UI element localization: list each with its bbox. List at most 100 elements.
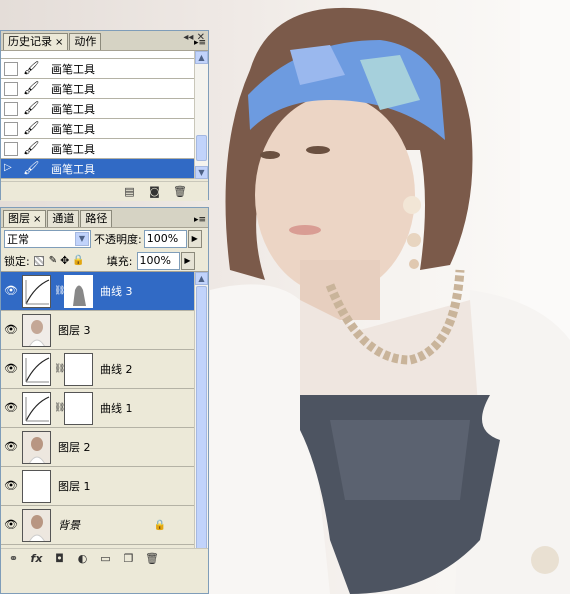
snapshot-source-checkbox[interactable] <box>4 121 18 136</box>
layer-name[interactable]: 曲线 1 <box>100 400 133 416</box>
eye-icon[interactable]: 👁 <box>3 322 19 338</box>
close-icon[interactable]: × <box>33 214 41 225</box>
layers-list: 👁 ⛓ 曲线 3 👁 图层 3 👁 ⛓ 曲线 2 👁 ⛓ 曲线 1 👁 图层 2… <box>1 272 208 564</box>
layer-row[interactable]: 👁 图层 2 <box>1 428 194 467</box>
lock-all-icon[interactable]: 🔒 <box>72 255 84 266</box>
history-item[interactable]: 🖌 画笔工具 <box>1 99 194 119</box>
snapshot-source-checkbox[interactable] <box>4 81 18 96</box>
scroll-thumb[interactable] <box>196 286 207 550</box>
curves-thumbnail[interactable] <box>22 352 51 386</box>
curves-thumbnail[interactable] <box>22 274 51 308</box>
chain-icon[interactable]: ⛓ <box>54 403 65 413</box>
scroll-up-icon[interactable]: ▲ <box>195 51 208 64</box>
snapshot-icon[interactable]: ◙ <box>148 186 161 197</box>
history-list: 🖌 画笔工具 🖌 画笔工具 🖌 画笔工具 🖌 画笔工具 🖌 画笔工具 ▷ 🖌 画笔工具 ▲ ▼ <box>1 51 208 179</box>
layers-footer: ⚭ fx ◘ ◐ ▭ ❐ 🗑 <box>1 548 208 568</box>
layer-thumbnail[interactable] <box>22 469 51 503</box>
layer-row[interactable]: 👁 ⛓ 曲线 2 <box>1 350 194 389</box>
blend-mode-select[interactable]: 正常 ▼ <box>4 230 91 248</box>
history-scrollbar[interactable]: ▲ ▼ <box>194 51 208 179</box>
fill-field[interactable]: 100% <box>136 251 180 270</box>
layer-row[interactable]: 👁 图层 1 <box>1 467 194 506</box>
mask-thumbnail[interactable] <box>64 274 93 308</box>
layer-name[interactable]: 曲线 3 <box>100 283 133 299</box>
history-item[interactable]: 🖌 画笔工具 <box>1 119 194 139</box>
lock-transparency-icon[interactable] <box>33 255 44 266</box>
layer-name[interactable]: 背景 <box>58 517 80 533</box>
eye-icon[interactable]: 👁 <box>3 400 19 416</box>
lock-icon: 🔒 <box>153 519 166 531</box>
chain-icon[interactable]: ⛓ <box>54 286 65 296</box>
history-item[interactable]: 🖌 画笔工具 <box>1 59 194 79</box>
chevron-down-icon[interactable]: ▼ <box>75 232 89 246</box>
history-tabbar: 历史记录 × 动作 ◂◂ ✕ ▸≡ <box>1 31 208 51</box>
chain-icon[interactable]: ⛓ <box>54 364 65 374</box>
adjustment-icon[interactable]: ◐ <box>76 553 89 564</box>
mask-icon[interactable]: ◘ <box>53 553 66 564</box>
close-icon[interactable]: × <box>55 37 63 48</box>
lock-position-icon[interactable]: ✥ <box>60 254 69 267</box>
history-item-label: 画笔工具 <box>51 102 95 116</box>
folder-icon[interactable]: ▭ <box>99 553 112 564</box>
mask-thumbnail[interactable] <box>64 391 93 425</box>
history-item[interactable]: 🖌 画笔工具 <box>1 139 194 159</box>
panel-menu-icon[interactable]: ▸≡ <box>194 38 206 48</box>
layer-row[interactable]: 👁 ⛓ 曲线 1 <box>1 389 194 428</box>
history-item[interactable]: 🖌 画笔工具 <box>1 79 194 99</box>
curves-thumbnail[interactable] <box>22 391 51 425</box>
layer-row[interactable]: 👁 背景 🔒 <box>1 506 194 545</box>
fx-icon[interactable]: fx <box>30 553 43 564</box>
tab-paths[interactable]: 路径 <box>80 210 113 227</box>
brush-icon: 🖌 <box>23 61 40 76</box>
tab-history[interactable]: 历史记录 × <box>3 33 69 50</box>
fill-slider-toggle[interactable]: ▶ <box>180 251 195 270</box>
eye-icon[interactable]: 👁 <box>3 478 19 494</box>
history-footer: ▤ ◙ 🗑 <box>1 181 208 201</box>
history-row-partial <box>1 51 194 59</box>
layer-thumbnail[interactable] <box>22 313 51 347</box>
layer-row[interactable]: 👁 ⛓ 曲线 3 <box>1 272 194 311</box>
tab-layers[interactable]: 图层 × <box>3 210 47 227</box>
layer-name[interactable]: 图层 3 <box>58 322 91 338</box>
snapshot-source-checkbox[interactable] <box>4 141 18 156</box>
history-state-slider-icon[interactable]: ▷ <box>4 162 18 176</box>
snapshot-source-checkbox[interactable] <box>4 101 18 116</box>
layers-tabbar: 图层 × 通道 路径 ▸≡ <box>1 208 208 228</box>
snapshot-source-checkbox[interactable] <box>4 61 18 76</box>
tab-actions[interactable]: 动作 <box>69 33 102 50</box>
panel-menu-icon[interactable]: ▸≡ <box>194 215 206 225</box>
layers-panel: 图层 × 通道 路径 ▸≡ 正常 ▼ 不透明度: 100% ▶ 锁定: ✎ ✥ 🔒… <box>0 207 209 594</box>
opacity-slider-toggle[interactable]: ▶ <box>187 230 202 248</box>
blend-row: 正常 ▼ 不透明度: 100% ▶ <box>1 228 208 250</box>
trash-icon[interactable]: 🗑 <box>145 553 159 564</box>
fill-label: 填充: <box>106 254 133 268</box>
new-layer-icon[interactable]: ❐ <box>122 553 135 564</box>
eye-icon[interactable]: 👁 <box>3 361 19 377</box>
layer-name[interactable]: 图层 1 <box>58 478 91 494</box>
eye-icon[interactable]: 👁 <box>3 439 19 455</box>
eye-icon[interactable]: 👁 <box>3 283 19 299</box>
history-item-label: 画笔工具 <box>51 62 95 76</box>
history-item-label: 画笔工具 <box>51 122 95 136</box>
opacity-field[interactable]: 100% <box>143 230 187 248</box>
scroll-down-icon[interactable]: ▼ <box>195 166 208 179</box>
link-icon[interactable]: ⚭ <box>7 553 20 564</box>
layer-thumbnail[interactable] <box>22 508 51 542</box>
layer-thumbnail[interactable] <box>22 430 51 464</box>
lock-image-icon[interactable]: ✎ <box>49 255 57 266</box>
opacity-label: 不透明度: <box>94 233 142 246</box>
layer-name[interactable]: 图层 2 <box>58 439 91 455</box>
layers-scrollbar[interactable]: ▲ ▼ <box>194 272 208 564</box>
layer-row[interactable]: 👁 图层 3 <box>1 311 194 350</box>
scroll-thumb[interactable] <box>196 135 207 161</box>
history-item-current[interactable]: ▷ 🖌 画笔工具 <box>1 159 194 179</box>
scroll-up-icon[interactable]: ▲ <box>195 272 208 285</box>
trash-icon[interactable]: 🗑 <box>173 186 187 197</box>
new-document-icon[interactable]: ▤ <box>123 186 136 197</box>
mask-thumbnail[interactable] <box>64 352 93 386</box>
eye-icon[interactable]: 👁 <box>3 517 19 533</box>
tab-channels[interactable]: 通道 <box>47 210 80 227</box>
history-panel: 历史记录 × 动作 ◂◂ ✕ ▸≡ 🖌 画笔工具 🖌 画笔工具 🖌 画笔工具 🖌 画笔工具… <box>0 30 209 201</box>
blend-mode-value: 正常 <box>7 233 29 246</box>
layer-name[interactable]: 曲线 2 <box>100 361 133 377</box>
